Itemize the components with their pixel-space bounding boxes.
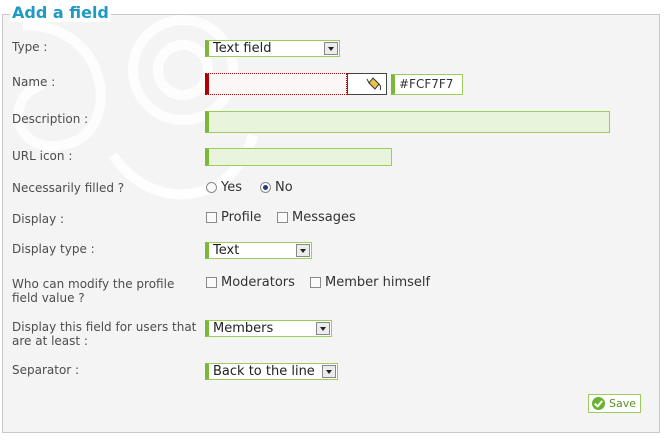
description-input[interactable] — [205, 111, 610, 133]
name-label: Name : — [12, 75, 56, 89]
name-input[interactable] — [205, 73, 347, 95]
color-picker-button[interactable] — [347, 73, 387, 95]
checkbox-member-himself[interactable] — [310, 277, 321, 288]
chevron-down-icon[interactable] — [324, 42, 338, 55]
color-value-field[interactable]: #FCF7F7 — [391, 74, 463, 95]
checkmark-icon — [592, 397, 605, 410]
who-can-modify-label: Who can modify the profile field value ? — [12, 277, 175, 305]
panel-title: Add a field — [10, 3, 111, 22]
radio-yes[interactable] — [206, 182, 217, 193]
display-label: Display : — [12, 212, 65, 226]
checkbox-profile[interactable] — [206, 212, 217, 223]
url-icon-input[interactable] — [205, 148, 392, 166]
checkbox-messages[interactable] — [277, 212, 288, 223]
modify-moderators[interactable]: Moderators — [206, 276, 295, 290]
checkbox-moderators[interactable] — [206, 277, 217, 288]
type-select[interactable]: Text field — [205, 40, 340, 57]
paint-bucket-icon — [366, 77, 382, 91]
url-icon-label: URL icon : — [12, 149, 73, 163]
modify-member-himself[interactable]: Member himself — [310, 276, 430, 290]
chevron-down-icon[interactable] — [316, 322, 330, 335]
display-profile[interactable]: Profile — [206, 211, 261, 225]
separator-value: Back to the line — [213, 364, 315, 379]
display-type-value: Text — [213, 243, 240, 258]
display-type-label: Display type : — [12, 242, 95, 256]
display-for-users-select[interactable]: Members — [205, 320, 332, 337]
separator-select[interactable]: Back to the line — [205, 363, 338, 380]
necessarily-filled-yes[interactable]: Yes — [206, 181, 242, 195]
display-for-users-label: Display this field for users that are at… — [12, 320, 197, 348]
chevron-down-icon[interactable] — [296, 244, 310, 257]
display-messages[interactable]: Messages — [277, 211, 356, 225]
save-button[interactable]: Save — [588, 394, 641, 413]
display-for-users-value: Members — [213, 321, 274, 336]
description-label: Description : — [12, 112, 89, 126]
display-type-select[interactable]: Text — [205, 242, 312, 259]
separator-label: Separator : — [12, 363, 80, 377]
chevron-down-icon[interactable] — [322, 365, 336, 378]
type-label: Type : — [12, 40, 48, 54]
necessarily-filled-no[interactable]: No — [260, 181, 293, 195]
necessarily-filled-label: Necessarily filled ? — [12, 181, 125, 195]
save-button-label: Save — [609, 397, 637, 410]
type-select-value: Text field — [213, 41, 272, 56]
radio-no[interactable] — [260, 182, 271, 193]
